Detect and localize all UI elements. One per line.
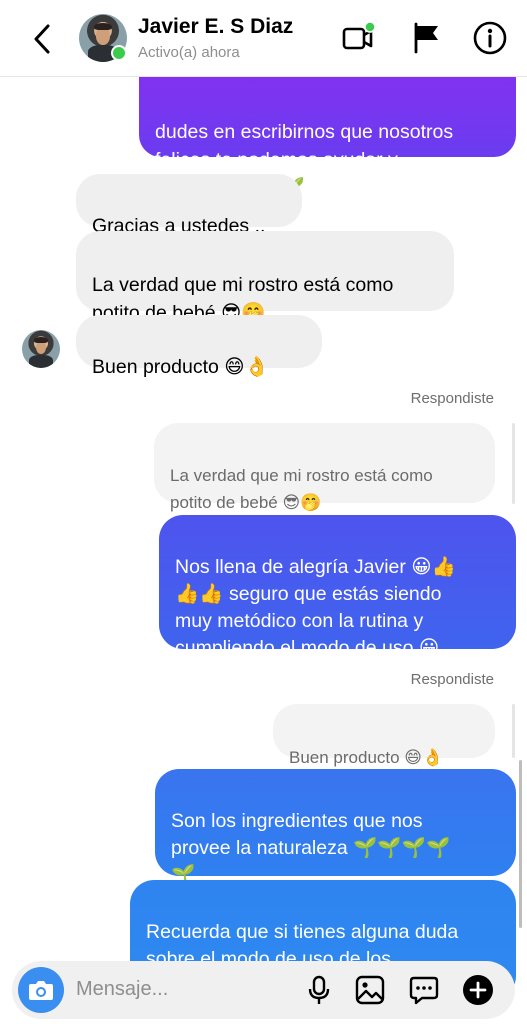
quoted-text: La verdad que mi rostro está como potito…: [170, 466, 433, 512]
message-composer: Mensaje...: [12, 961, 515, 1019]
message-text: Son los ingredientes que nos provee la n…: [171, 810, 451, 886]
contact-name[interactable]: Javier E. S Diaz: [138, 15, 293, 39]
message-text: Buen producto 😄👌: [92, 356, 269, 378]
sticker-chat-icon[interactable]: [408, 974, 440, 1006]
reply-indicator-line: [512, 423, 515, 504]
message-input[interactable]: Mensaje...: [76, 978, 168, 1001]
contact-avatar-small[interactable]: [22, 330, 60, 368]
online-status-indicator: [111, 45, 127, 61]
scrollbar[interactable]: [519, 760, 522, 928]
chat-header: Javier E. S Diaz Activo(a) ahora: [0, 0, 527, 77]
back-arrow-icon[interactable]: [28, 22, 58, 56]
message-thread[interactable]: dudes en escribirnos que nosotros felice…: [0, 0, 527, 1024]
reply-indicator-line: [512, 704, 515, 758]
info-icon[interactable]: [472, 20, 508, 56]
quoted-message[interactable]: La verdad que mi rostro está como potito…: [154, 423, 495, 512]
outgoing-message[interactable]: Son los ingredientes que nos provee la n…: [155, 769, 516, 886]
gallery-icon[interactable]: [354, 974, 386, 1006]
incoming-message[interactable]: Buen producto 😄👌: [76, 315, 322, 378]
video-call-icon[interactable]: [340, 20, 376, 56]
quoted-text: Buen producto 😄👌: [289, 748, 444, 767]
reply-label: Respondiste: [410, 671, 494, 688]
outgoing-message[interactable]: Nos llena de alegría Javier 😀👍 👍👍 seguro…: [159, 515, 516, 659]
camera-icon[interactable]: [18, 967, 64, 1013]
activity-status: Activo(a) ahora: [138, 44, 240, 61]
reply-label: Respondiste: [410, 390, 494, 407]
flag-icon[interactable]: [408, 20, 444, 56]
add-icon[interactable]: [462, 974, 494, 1006]
message-text: Nos llena de alegría Javier 😀👍 👍👍 seguro…: [175, 556, 456, 659]
microphone-icon[interactable]: [303, 974, 335, 1006]
quoted-message[interactable]: Buen producto 😄👌: [273, 704, 495, 767]
incoming-message[interactable]: La verdad que mi rostro está como potito…: [76, 231, 454, 324]
incoming-message[interactable]: Gracias a ustedes ..: [76, 174, 302, 237]
